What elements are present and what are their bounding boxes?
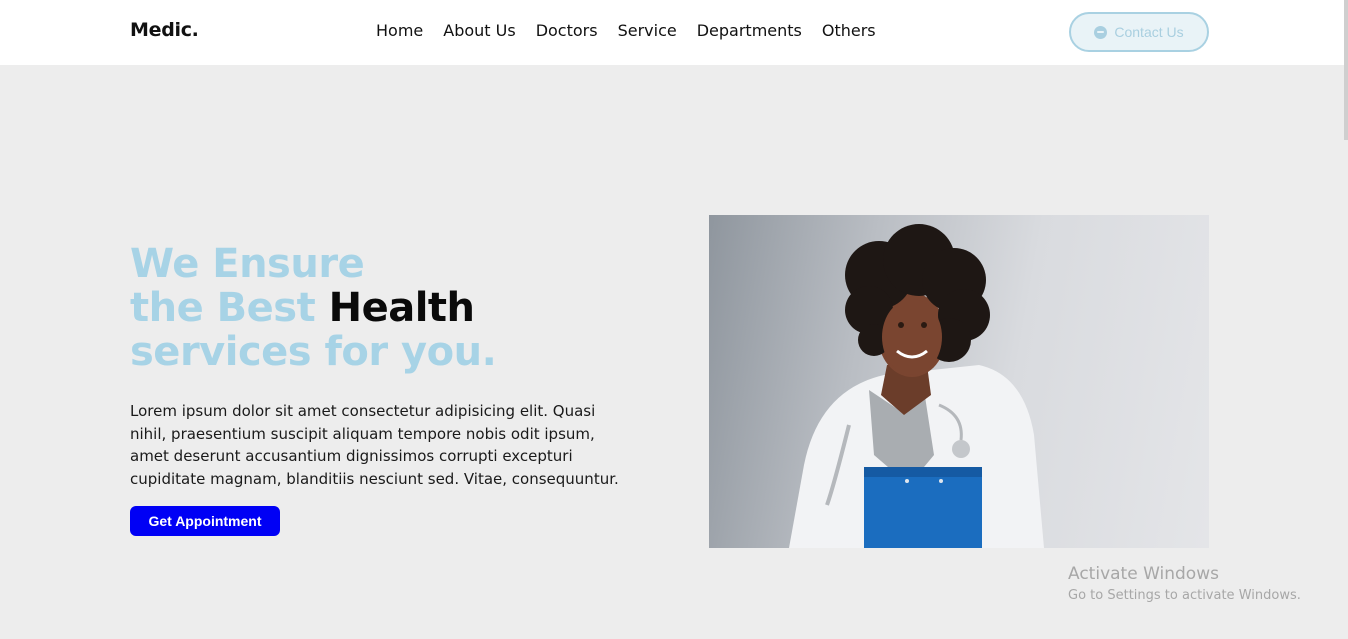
hero-title-line2-light: the Best	[130, 285, 329, 331]
contact-us-label: Contact Us	[1114, 24, 1184, 40]
windows-activation-watermark: Activate Windows Go to Settings to activ…	[1068, 563, 1301, 607]
logo[interactable]: Medic.	[130, 19, 199, 41]
doctor-photo	[709, 215, 1209, 548]
hero-description: Lorem ipsum dolor sit amet consectetur a…	[130, 402, 619, 488]
nav-item-departments[interactable]: Departments	[697, 21, 802, 40]
chat-icon	[1094, 25, 1108, 39]
contact-us-button[interactable]: Contact Us	[1069, 12, 1209, 52]
watermark-title: Activate Windows	[1068, 564, 1219, 584]
hero-title-line3: services for you.	[130, 329, 497, 375]
scrollbar[interactable]	[1344, 0, 1348, 639]
doctor-illustration	[789, 224, 1044, 548]
hero-title-highlight: Health	[328, 285, 475, 331]
nav-item-about-us[interactable]: About Us	[443, 21, 515, 40]
scrollbar-thumb[interactable]	[1344, 0, 1348, 140]
get-appointment-button[interactable]: Get Appointment	[130, 506, 280, 536]
nav-item-doctors[interactable]: Doctors	[536, 21, 598, 40]
nav-item-others[interactable]: Others	[822, 21, 876, 40]
nav-item-home[interactable]: Home	[376, 21, 423, 40]
hero-title-line1: We Ensure	[130, 241, 365, 287]
nav-menu: Home About Us Doctors Service Department…	[376, 21, 896, 40]
nav-item-service[interactable]: Service	[618, 21, 677, 40]
hero-title: We Ensure the Best Health services for y…	[130, 241, 497, 375]
watermark-subtitle: Go to Settings to activate Windows.	[1068, 588, 1301, 603]
navbar: Medic. Home About Us Doctors Service Dep…	[0, 0, 1344, 65]
